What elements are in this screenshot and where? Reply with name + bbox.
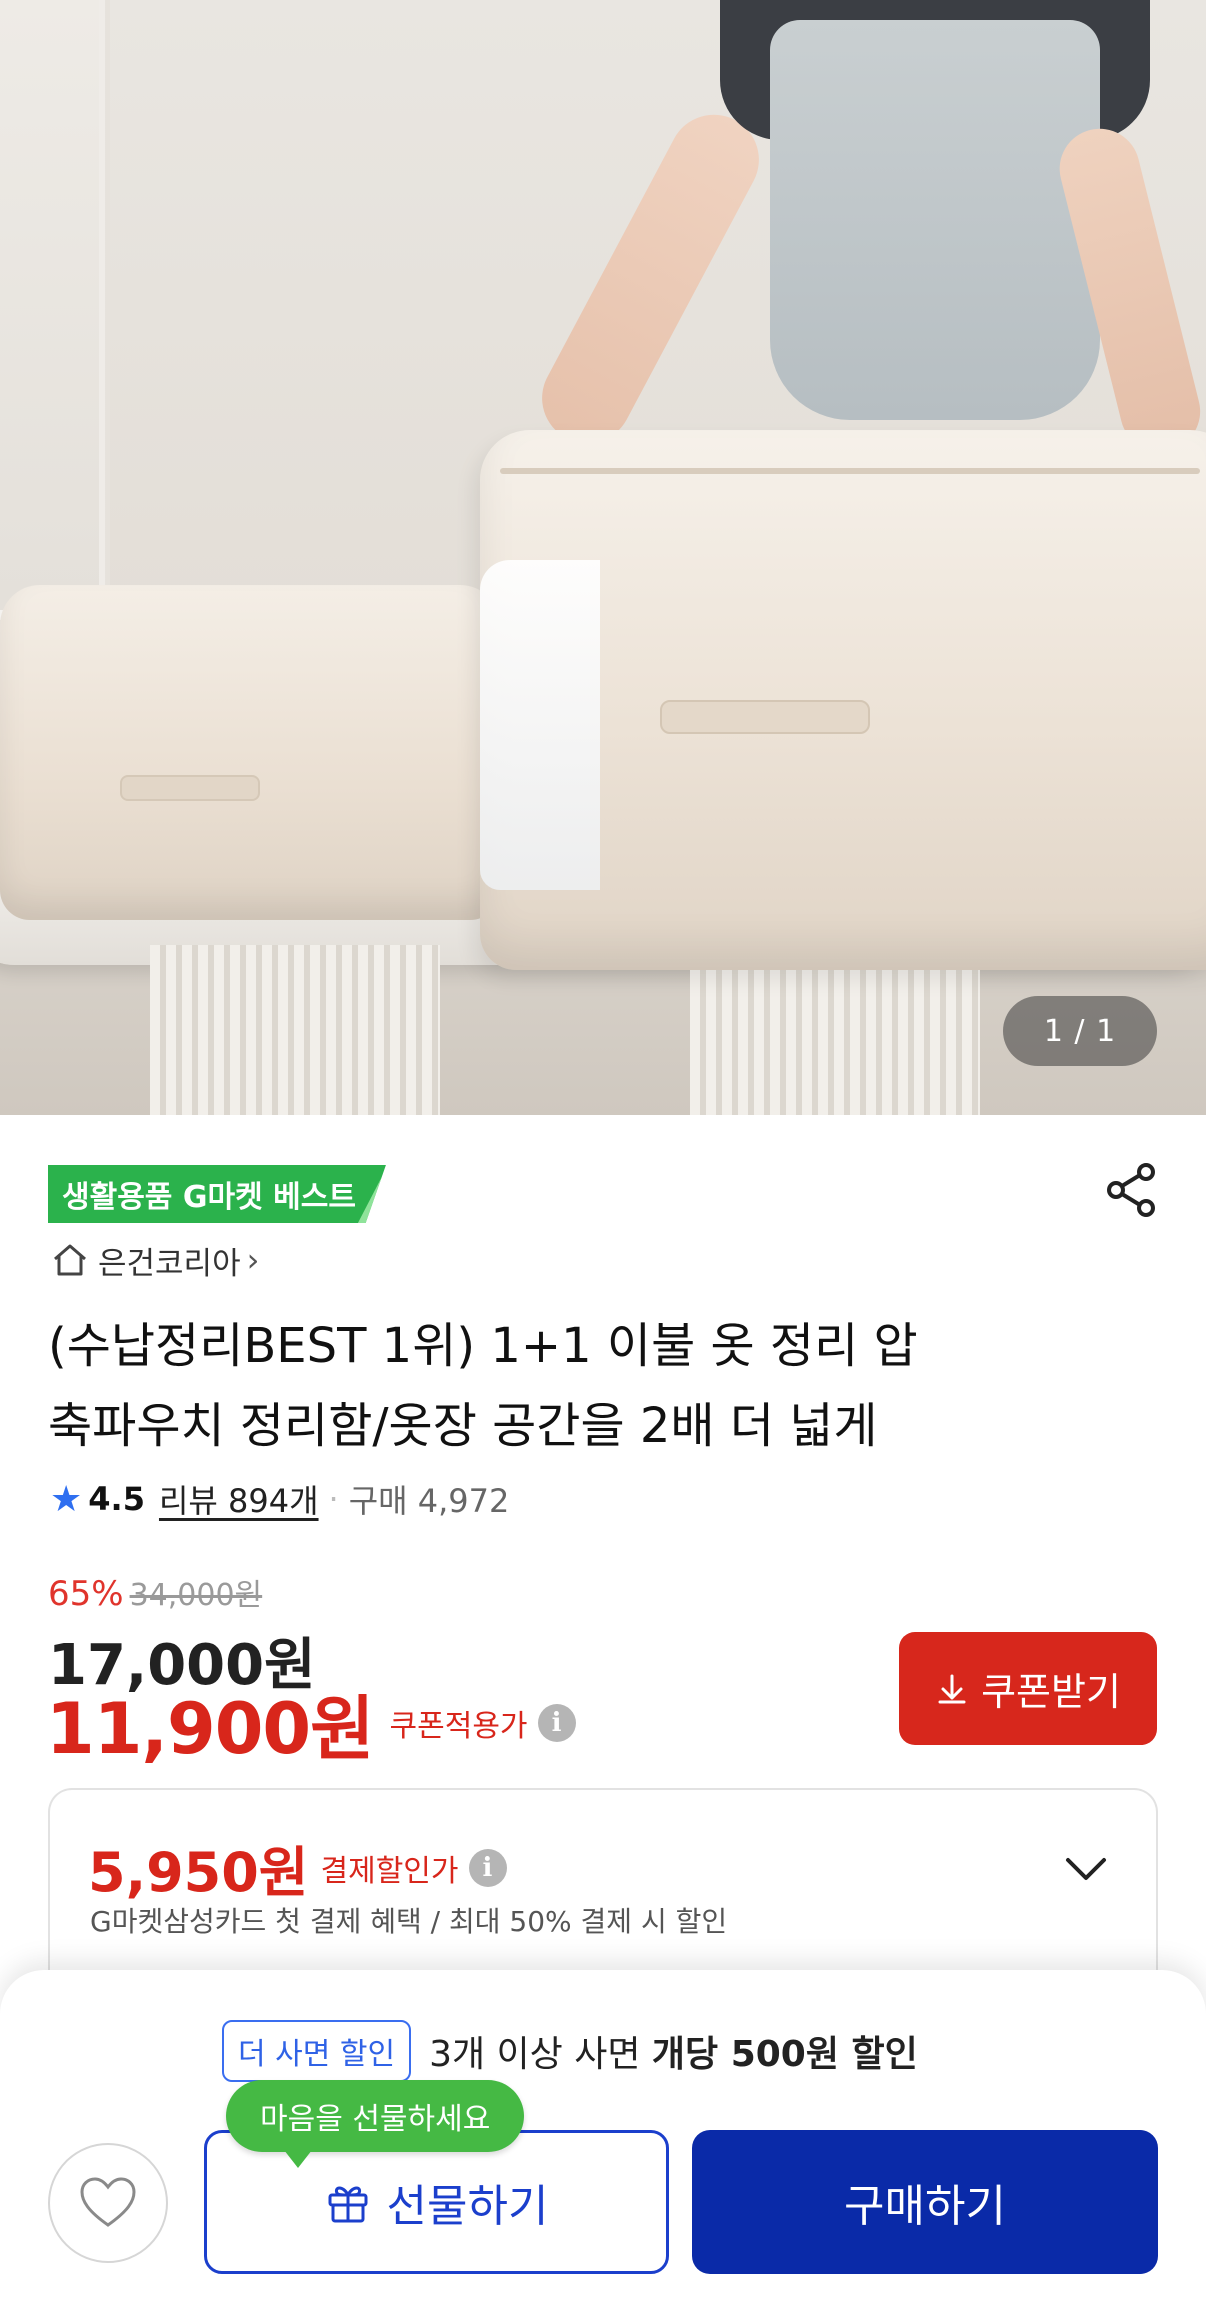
share-icon[interactable] (1102, 1160, 1162, 1220)
separator-dot: · (328, 1480, 339, 1518)
bulk-discount-text: 3개 이상 사면 개당 500원 할인 (429, 2025, 918, 2077)
image-table-leg-left (150, 945, 440, 1115)
bulk-discount-text-bold: 개당 500원 할인 (651, 2034, 918, 2075)
image-bag-handle (120, 775, 260, 801)
image-bag-handle (660, 700, 870, 734)
coupon-download-button[interactable]: 쿠폰받기 (899, 1632, 1157, 1745)
original-price: 34,000원 (129, 1578, 263, 1613)
chevron-right-icon: › (246, 1241, 260, 1279)
product-title-line2: 축파우치 정리함/옷장 공간을 2배 더 넓게 (48, 1398, 878, 1454)
bulk-discount-text-plain: 3개 이상 사면 (429, 2034, 652, 2075)
product-title-line1: (수납정리BEST 1위) 1+1 이불 옷 정리 압 (48, 1318, 918, 1374)
buy-button-label: 구매하기 (844, 2182, 1006, 2231)
heart-icon (80, 2177, 136, 2227)
bulk-discount-tag: 더 사면 할인 (222, 2020, 412, 2082)
chevron-down-icon[interactable] (1060, 1842, 1112, 1894)
image-table-leg-right (690, 945, 980, 1115)
image-arm-left (526, 98, 775, 459)
image-apron (770, 20, 1100, 420)
bulk-discount-row: 더 사면 할인 3개 이상 사면 개당 500원 할인 (222, 2020, 918, 2082)
seller-link[interactable]: 은건코리아 › (50, 1237, 259, 1283)
download-icon (938, 1674, 966, 1703)
image-bag-zipper (500, 468, 1200, 474)
review-count-link[interactable]: 리뷰 894개 (159, 1476, 319, 1522)
card-discount-price: 5,950원 (88, 1841, 309, 1904)
purchase-count: 구매 4,972 (348, 1482, 510, 1520)
best-badge-label: 생활용품 G마켓 베스트 (62, 1180, 356, 1215)
image-storage-bag-large (480, 430, 1206, 970)
buy-button[interactable]: 구매하기 (692, 2130, 1158, 2274)
image-bag-window (480, 560, 600, 890)
coupon-price-label: 쿠폰적용가 (389, 1709, 528, 1744)
star-icon: ★ (50, 1478, 83, 1520)
coupon-price: 11,900원 (46, 1687, 375, 1770)
card-discount-description: G마켓삼성카드 첫 결제 혜택 / 최대 50% 결제 시 할인 (90, 1905, 728, 1938)
image-counter: 1 / 1 (1003, 996, 1157, 1066)
image-person (526, 0, 1206, 460)
info-icon[interactable]: i (537, 1704, 576, 1742)
wishlist-button[interactable] (48, 2143, 168, 2263)
product-image[interactable] (0, 0, 1206, 1115)
image-mirror (0, 0, 105, 610)
best-badge[interactable]: 생활용품 G마켓 베스트 (48, 1165, 386, 1223)
home-icon (54, 1244, 86, 1276)
gift-icon (328, 2186, 368, 2223)
gift-tooltip: 마음을 선물하세요 (226, 2080, 525, 2168)
card-discount-label: 결제할인가 (320, 1853, 459, 1889)
coupon-price-row: 11,900원 쿠폰적용가 i (46, 1680, 576, 1770)
seller-name: 은건코리아 (98, 1245, 241, 1282)
card-discount-row: 5,950원 결제할인가 i (88, 1828, 507, 1907)
rating-row: ★ 4.5 리뷰 894개 · 구매 4,972 (50, 1474, 509, 1524)
discount-rate: 65% (48, 1574, 124, 1614)
gift-button-label: 선물하기 (386, 2182, 549, 2231)
image-storage-bag-small (0, 585, 500, 920)
info-icon[interactable]: i (468, 1848, 507, 1887)
discount-row: 65% 34,000원 (48, 1570, 262, 1618)
rating-score: 4.5 (88, 1480, 145, 1518)
coupon-download-label: 쿠폰받기 (981, 1672, 1121, 1714)
product-title: (수납정리BEST 1위) 1+1 이불 옷 정리 압 축파우치 정리함/옷장 … (48, 1306, 1108, 1466)
